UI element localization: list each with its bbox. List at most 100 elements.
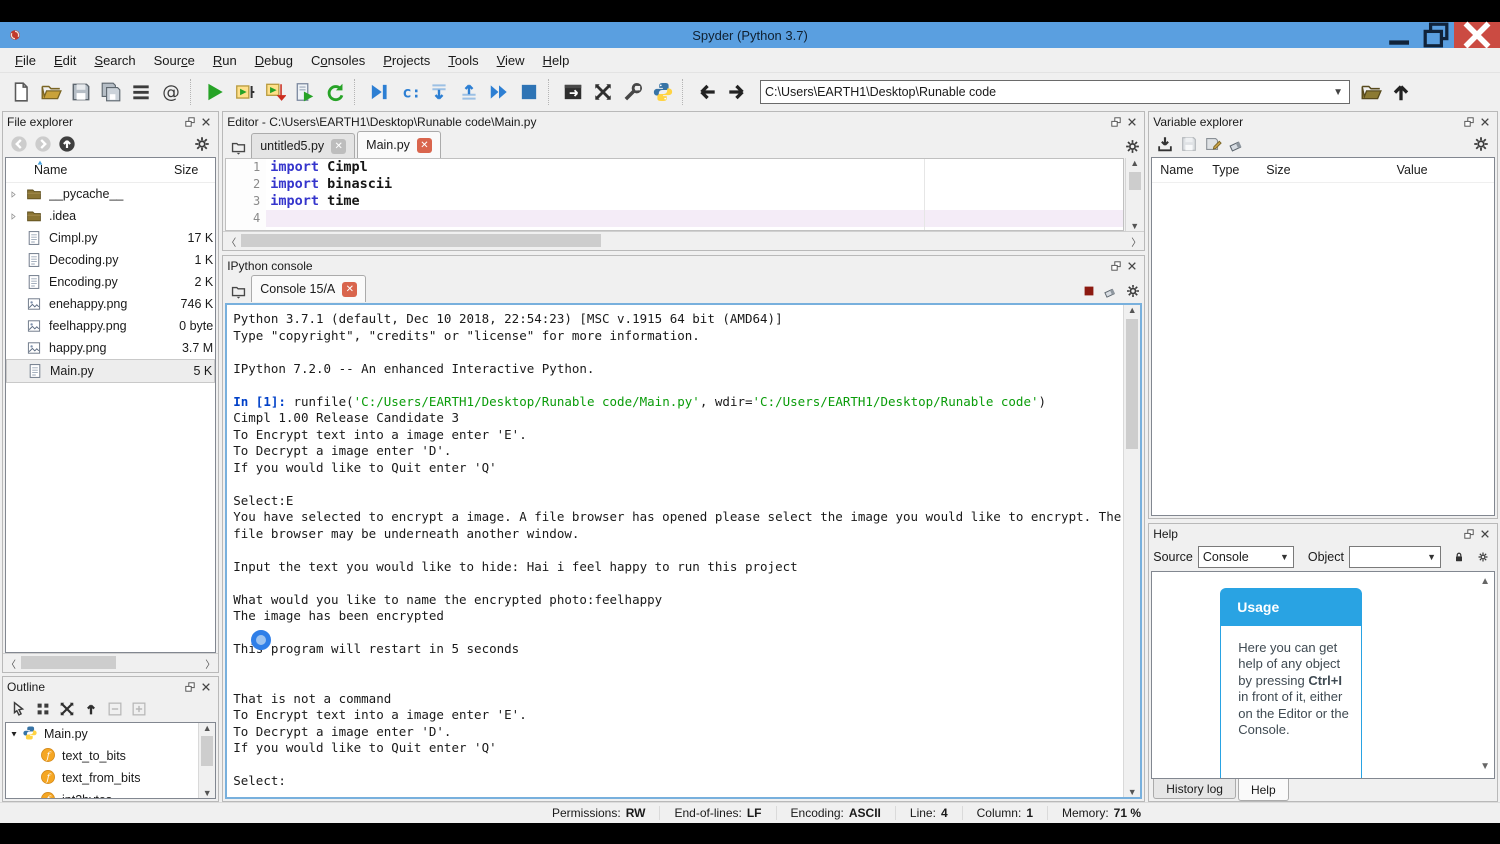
run-cell-advance-icon[interactable] [260, 77, 290, 107]
table-row[interactable]: Encoding.py2 K [6, 271, 215, 293]
undock-icon[interactable] [1461, 526, 1477, 542]
help-options-gear-icon[interactable] [1473, 547, 1493, 567]
file-explorer-hscrollbar[interactable]: 〈 〉 [3, 653, 218, 672]
close-icon[interactable] [1124, 114, 1140, 130]
menu-source[interactable]: Source [145, 51, 204, 70]
column-header-size[interactable]: Size [1258, 163, 1322, 177]
save-all-icon[interactable] [96, 77, 126, 107]
menu-consoles[interactable]: Consoles [302, 51, 374, 70]
scroll-down-icon[interactable]: ▼ [1130, 221, 1139, 231]
up-dir-icon[interactable] [1386, 77, 1416, 107]
table-row[interactable]: __pycache__ [6, 183, 215, 205]
help-content[interactable]: ▲ ▼ Usage Here you can get help of any o… [1151, 571, 1495, 779]
column-header-value[interactable]: Value [1322, 163, 1494, 177]
table-row[interactable]: happy.png3.7 M [6, 337, 215, 359]
debug-continue-icon[interactable] [484, 77, 514, 107]
debug-stop-icon[interactable] [514, 77, 544, 107]
ol-expand-icon[interactable] [127, 697, 151, 721]
table-row[interactable]: Cimpl.py17 K [6, 227, 215, 249]
restore-button[interactable] [1418, 22, 1454, 48]
outline-function-item[interactable]: ftext_from_bits [6, 767, 215, 789]
scroll-left-icon[interactable]: 〈 [3, 656, 19, 671]
table-row[interactable]: enehappy.png746 K [6, 293, 215, 315]
ol-collapse-icon[interactable] [103, 697, 127, 721]
editor-tab-Main-py[interactable]: Main.py✕ [357, 131, 441, 158]
title-bar[interactable]: Spyder (Python 3.7) [0, 22, 1500, 48]
undock-icon[interactable] [182, 114, 198, 130]
tab-close-icon[interactable]: ✕ [417, 138, 432, 153]
run-icon[interactable] [200, 77, 230, 107]
collapse-icon[interactable] [6, 729, 22, 739]
menu-file[interactable]: File [6, 51, 45, 70]
console-tab[interactable]: Console 15/A✕ [251, 275, 366, 302]
close-icon[interactable] [198, 679, 214, 695]
column-header-size[interactable]: Size [174, 163, 198, 177]
scroll-track[interactable] [19, 654, 202, 672]
undock-icon[interactable] [1108, 258, 1124, 274]
scroll-thumb[interactable] [241, 234, 601, 247]
gear-icon[interactable] [190, 132, 214, 156]
code-text[interactable]: import Cimplimport binasciiimport time [266, 159, 1123, 230]
undock-icon[interactable] [1108, 114, 1124, 130]
debug-step-into-icon[interactable] [424, 77, 454, 107]
scroll-thumb[interactable] [1129, 172, 1141, 190]
outline-function-item[interactable]: ftext_to_bits [6, 745, 215, 767]
editor-vscrollbar[interactable]: ▲ ▼ [1125, 158, 1143, 231]
expand-icon[interactable] [6, 212, 20, 221]
gear-icon[interactable] [1469, 132, 1493, 156]
scroll-left-icon[interactable]: 〈 [223, 234, 239, 249]
scroll-down-icon[interactable]: ▼ [203, 788, 212, 798]
scroll-right-icon[interactable]: 〉 [202, 656, 218, 671]
scroll-thumb[interactable] [21, 656, 116, 669]
menu-debug[interactable]: Debug [246, 51, 302, 70]
ol-grid-icon[interactable] [31, 697, 55, 721]
new-file-icon[interactable] [6, 77, 36, 107]
debug-icon[interactable] [364, 77, 394, 107]
tab-close-icon[interactable]: ✕ [331, 139, 346, 154]
lock-icon[interactable] [1449, 547, 1469, 567]
minimize-button[interactable] [1382, 22, 1418, 48]
interrupt-icon[interactable] [1078, 280, 1100, 302]
run-selection-icon[interactable] [290, 77, 320, 107]
scroll-right-icon[interactable]: 〉 [1128, 234, 1144, 249]
fx-up-icon[interactable] [55, 132, 79, 156]
browse-tabs-icon[interactable] [225, 278, 251, 302]
editor-hscrollbar[interactable]: 〈 〉 [223, 231, 1144, 250]
menu-run[interactable]: Run [204, 51, 246, 70]
maximize-pane-icon[interactable] [558, 77, 588, 107]
ol-expand-x-icon[interactable] [55, 697, 79, 721]
ol-pointer-icon[interactable] [7, 697, 31, 721]
scroll-thumb[interactable] [201, 736, 213, 766]
table-row[interactable]: Main.py5 K [6, 359, 215, 383]
preferences-icon[interactable] [618, 77, 648, 107]
save-gray-icon[interactable] [1177, 132, 1201, 156]
fx-forward-icon[interactable] [31, 132, 55, 156]
fullscreen-icon[interactable] [588, 77, 618, 107]
table-row[interactable]: feelhappy.png0 byte [6, 315, 215, 337]
console-vscrollbar[interactable]: ▲ ▼ [1123, 305, 1140, 797]
file-switcher-icon[interactable] [126, 77, 156, 107]
save-as-icon[interactable] [1201, 132, 1225, 156]
symbol-finder-icon[interactable]: @ [156, 77, 186, 107]
scroll-down-icon[interactable]: ▼ [1128, 787, 1137, 797]
python-path-icon[interactable] [648, 77, 678, 107]
table-row[interactable]: Decoding.py1 K [6, 249, 215, 271]
editor-tab-untitled5-py[interactable]: untitled5.py✕ [251, 133, 355, 158]
scroll-up-icon[interactable]: ▲ [1130, 158, 1139, 168]
close-icon[interactable] [1477, 526, 1493, 542]
column-header-type[interactable]: Type [1204, 163, 1258, 177]
scroll-thumb[interactable] [1126, 319, 1138, 449]
debug-step-icon[interactable]: c: [394, 77, 424, 107]
scroll-up-icon[interactable]: ▲ [203, 723, 212, 733]
column-header-name[interactable]: Name [6, 163, 174, 177]
back-icon[interactable] [692, 77, 722, 107]
expand-icon[interactable] [6, 190, 20, 199]
gear-icon[interactable] [1122, 280, 1144, 302]
menu-view[interactable]: View [488, 51, 534, 70]
object-combo[interactable]: ▼ [1349, 546, 1441, 568]
open-dir-icon[interactable] [1356, 77, 1386, 107]
menu-projects[interactable]: Projects [374, 51, 439, 70]
scroll-down-icon[interactable]: ▼ [1480, 761, 1490, 772]
tab-history-log[interactable]: History log [1153, 779, 1236, 799]
code-area[interactable]: 1234 import Cimplimport binasciiimport t… [225, 158, 1124, 231]
